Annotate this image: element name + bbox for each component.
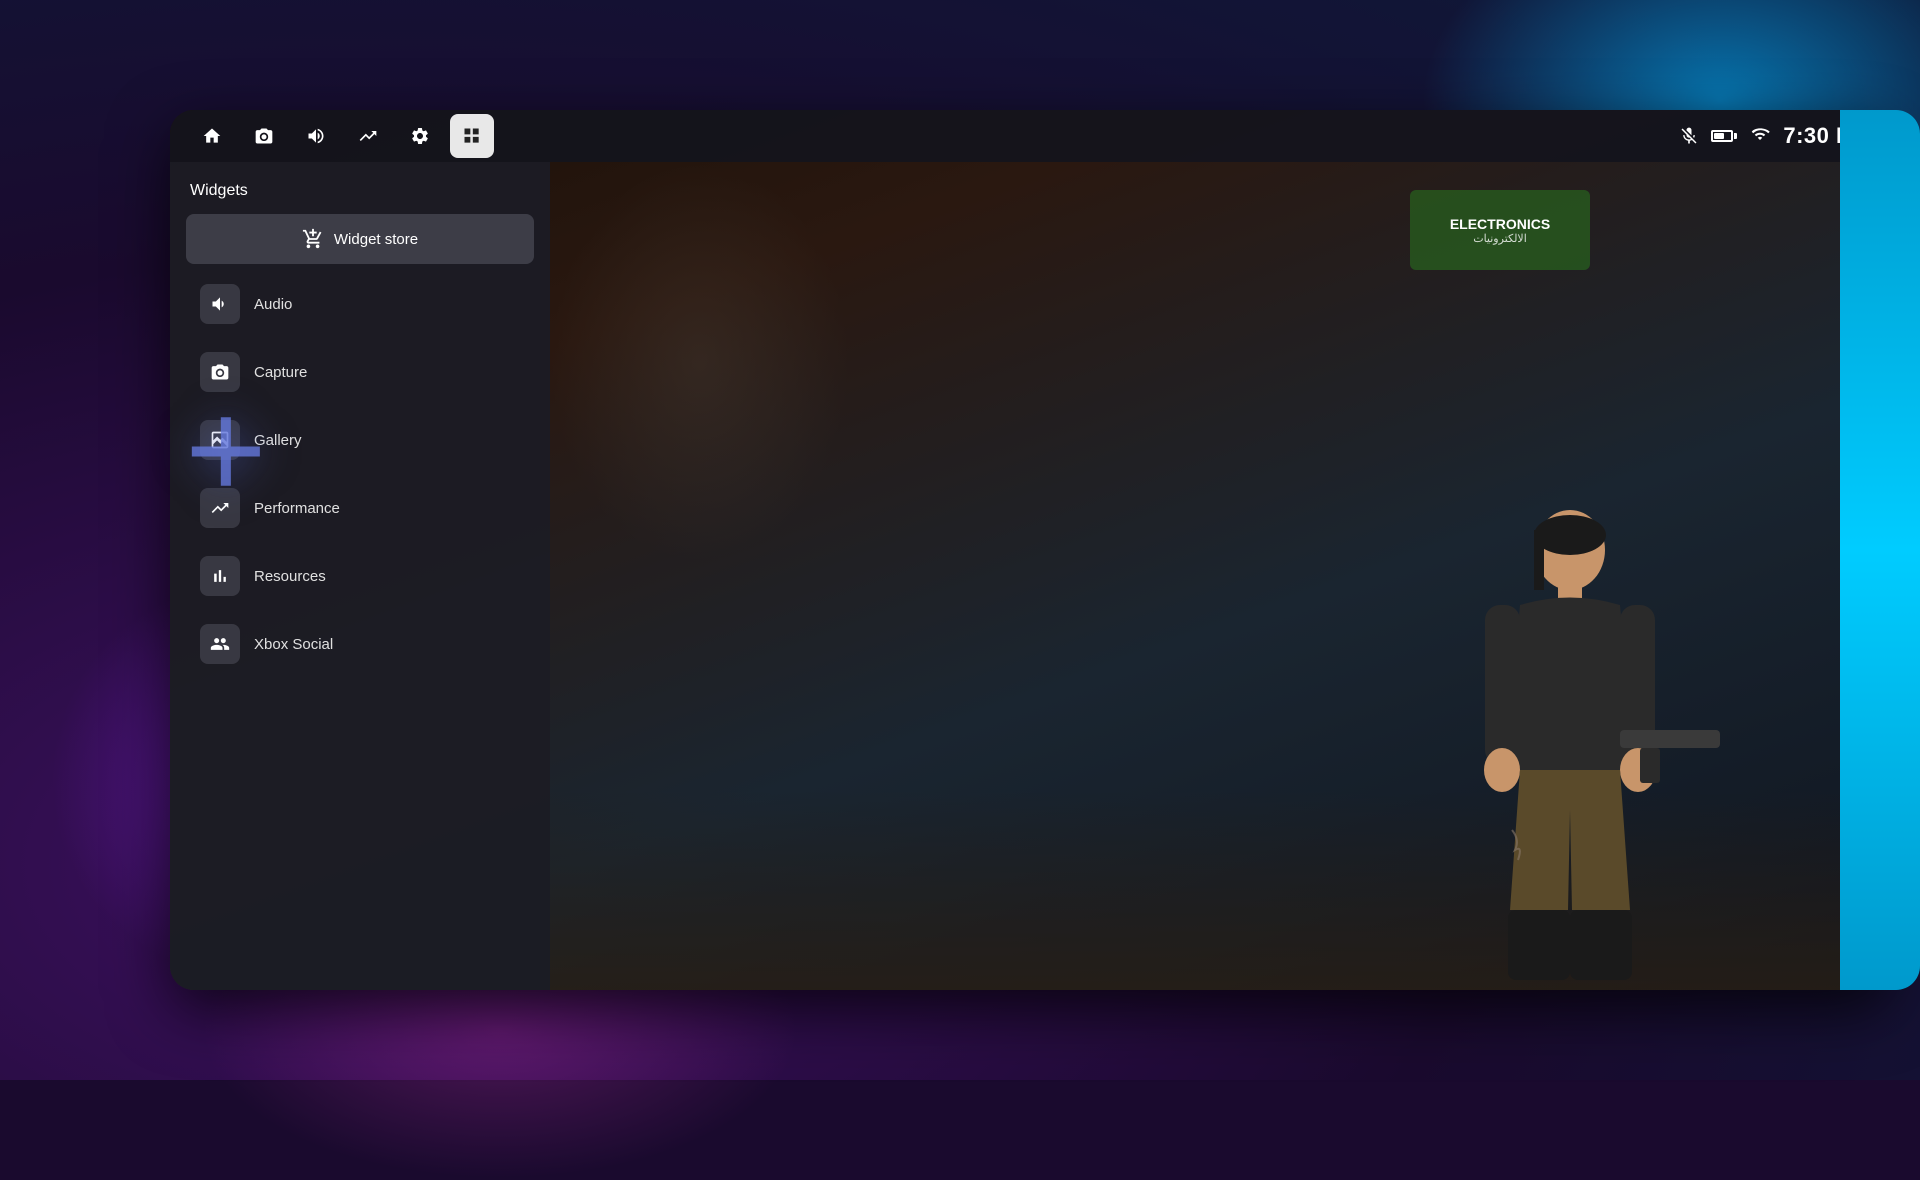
wifi-symbol (1749, 125, 1771, 143)
xbox-social-label: Xbox Social (254, 636, 333, 653)
widget-store-button[interactable]: Widget store (186, 214, 534, 264)
menu-item-audio[interactable]: Audio (186, 272, 534, 336)
speaker-icon (306, 126, 326, 146)
camera-icon (254, 126, 274, 146)
audio-menu-icon (210, 294, 230, 314)
taskbar: 7:30 PM (170, 110, 1890, 162)
battery-icon (1711, 130, 1737, 142)
nav-settings[interactable] (398, 114, 442, 158)
microphone-icon (1679, 126, 1699, 146)
device-frame: ELECTRONICS الالكترونيات (170, 110, 1890, 990)
widgets-title: Widgets (186, 182, 534, 200)
gear-icon (410, 126, 430, 146)
resources-label: Resources (254, 568, 326, 585)
xbox-social-menu-icon (210, 634, 230, 654)
nav-audio[interactable] (294, 114, 338, 158)
resources-menu-icon (210, 566, 230, 586)
resources-icon-box (200, 556, 240, 596)
nav-camera[interactable] (242, 114, 286, 158)
grid-icon (462, 126, 482, 146)
mic-muted-icon (1679, 126, 1699, 146)
menu-item-resources[interactable]: Resources (186, 544, 534, 608)
right-panel (1840, 110, 1920, 990)
audio-icon-box (200, 284, 240, 324)
audio-label: Audio (254, 296, 292, 313)
nav-performance[interactable] (346, 114, 390, 158)
widget-store-label: Widget store (334, 231, 418, 248)
nav-home[interactable] (190, 114, 234, 158)
store-icon (302, 228, 324, 250)
xbox-social-icon-box (200, 624, 240, 664)
chart-icon (358, 126, 378, 146)
taskbar-nav (190, 114, 494, 158)
plus-decoration: + (185, 380, 267, 520)
character-svg (1380, 490, 1760, 990)
nav-widgets[interactable] (450, 114, 494, 158)
home-icon (202, 126, 222, 146)
widgets-panel: Widgets Widget store Audio Cap (170, 162, 550, 990)
menu-item-xbox-social[interactable]: Xbox Social (186, 612, 534, 676)
wifi-icon (1749, 125, 1771, 148)
